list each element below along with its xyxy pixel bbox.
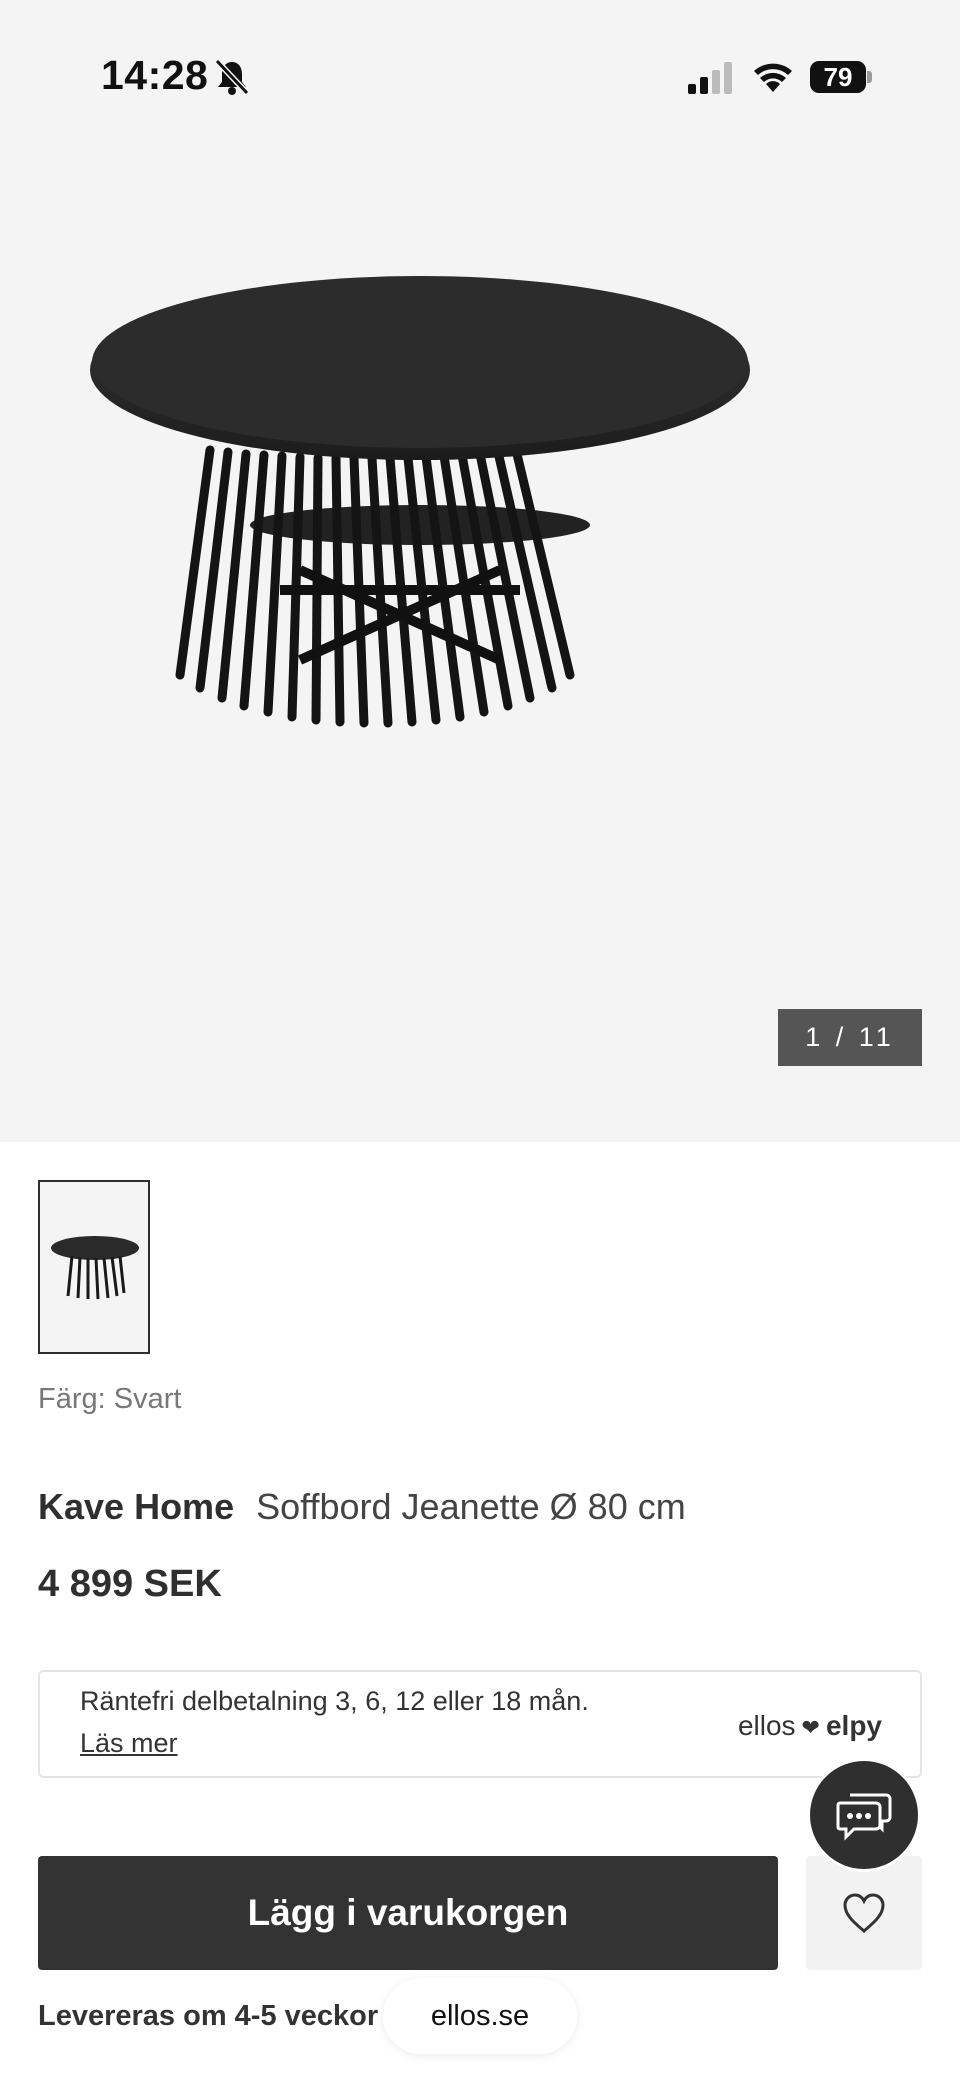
ellos-elpy-logo: ellos ❤ elpy — [738, 1710, 882, 1742]
elpy-logo-text: elpy — [825, 1710, 882, 1741]
heart-icon: ❤ — [801, 1715, 820, 1740]
brand-name[interactable]: Kave Home — [38, 1486, 234, 1527]
coffee-table-image — [90, 276, 750, 728]
status-time: 14:28 — [101, 52, 209, 98]
color-label: Färg: Svart — [38, 1383, 182, 1415]
image-counter: 1 / 11 — [778, 1009, 922, 1066]
installment-text: Räntefri delbetalning 3, 6, 12 eller 18 … — [80, 1686, 589, 1716]
wifi-icon — [754, 63, 792, 92]
status-bar: 14:28 79 — [0, 0, 960, 150]
installment-info-box: Räntefri delbetalning 3, 6, 12 eller 18 … — [38, 1670, 922, 1778]
ellos-logo-text: ellos — [737, 1710, 796, 1741]
thumbnail-image — [51, 1236, 139, 1300]
read-more-link[interactable]: Läs mer — [80, 1728, 178, 1759]
product-price: 4 899 SEK — [38, 1563, 222, 1605]
battery-indicator: 79 — [810, 61, 872, 93]
heart-outline-icon — [843, 1893, 885, 1933]
chat-bubbles-icon — [836, 1793, 892, 1841]
product-image-gallery[interactable]: 14:28 79 1 / 11 — [0, 0, 960, 1142]
delivery-estimate: Levereras om 4-5 veckor — [38, 2000, 379, 2032]
add-to-cart-button[interactable]: Lägg i varukorgen — [38, 1856, 778, 1970]
silent-mode-icon — [214, 58, 250, 96]
battery-level: 79 — [810, 61, 866, 93]
color-variant-thumbnail[interactable] — [38, 1180, 150, 1354]
cellular-signal-icon — [688, 62, 732, 94]
chat-button[interactable] — [807, 1758, 921, 1872]
browser-url-bar[interactable]: ellos.se — [383, 1978, 577, 2054]
product-title: Kave Home Soffbord Jeanette Ø 80 cm — [38, 1486, 686, 1528]
product-name: Soffbord Jeanette Ø 80 cm — [256, 1486, 686, 1527]
next-image-preview — [930, 320, 960, 420]
wishlist-button[interactable] — [806, 1856, 922, 1970]
battery-tip — [867, 71, 872, 83]
